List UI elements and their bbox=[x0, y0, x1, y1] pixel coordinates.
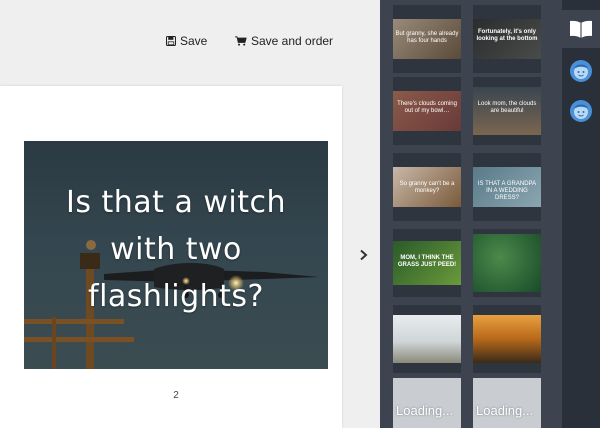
thumb-caption: So granny can't be a monkey? bbox=[399, 181, 455, 194]
thumb-image bbox=[473, 315, 541, 363]
nav-child-avatar-2-button[interactable] bbox=[562, 92, 600, 130]
save-label: Save bbox=[180, 34, 208, 48]
save-and-order-button[interactable]: Save and order bbox=[235, 33, 333, 49]
child-face-icon bbox=[570, 100, 592, 122]
cart-icon bbox=[235, 36, 247, 46]
image-gallery: But granny, she already has four hands F… bbox=[380, 0, 562, 428]
gallery-thumb[interactable] bbox=[393, 305, 461, 373]
gallery-thumb[interactable]: IS THAT A GRANDPA IN A WEDDING DRESS? bbox=[473, 153, 541, 221]
save-and-order-label: Save and order bbox=[251, 34, 334, 48]
gallery-thumb[interactable]: MOM, I THINK THE GRASS JUST PEED! bbox=[393, 229, 461, 297]
thumb-caption: Fortunately, it's only looking at the bo… bbox=[476, 29, 538, 42]
nav-book-button[interactable] bbox=[562, 10, 600, 48]
side-navigation bbox=[562, 0, 600, 428]
caption-line: flashlights? bbox=[88, 279, 264, 314]
loading-label: Loading... bbox=[396, 403, 454, 418]
gallery-thumb[interactable]: So granny can't be a monkey? bbox=[393, 153, 461, 221]
open-book-icon bbox=[570, 20, 592, 38]
save-button[interactable]: Save bbox=[166, 33, 207, 49]
gallery-thumb[interactable] bbox=[473, 305, 541, 373]
gallery-thumb[interactable]: Fortunately, it's only looking at the bo… bbox=[473, 5, 541, 73]
gallery-thumb[interactable]: But granny, she already has four hands bbox=[393, 5, 461, 73]
page-number: 2 bbox=[173, 390, 179, 401]
collapse-panel-button[interactable] bbox=[356, 247, 372, 263]
gallery-thumb[interactable] bbox=[473, 229, 541, 297]
thumb-image bbox=[393, 315, 461, 363]
nav-child-avatar-1-button[interactable] bbox=[562, 52, 600, 90]
gallery-thumb-loading[interactable]: Loading... bbox=[473, 378, 541, 428]
thumb-caption: IS THAT A GRANDPA IN A WEDDING DRESS? bbox=[477, 181, 537, 201]
book-page: Is that a witch with two flashlights? bbox=[0, 86, 342, 428]
page-image[interactable]: Is that a witch with two flashlights? bbox=[24, 141, 328, 369]
toolbar: Save Save and order bbox=[0, 0, 380, 82]
caption-line: with two bbox=[110, 232, 242, 267]
caption-line: Is that a witch bbox=[65, 185, 287, 220]
floppy-icon bbox=[166, 36, 176, 46]
loading-label: Loading... bbox=[476, 403, 534, 418]
thumb-caption: But granny, she already has four hands bbox=[395, 31, 459, 44]
thumb-caption: Look mom, the clouds are beautiful bbox=[477, 101, 537, 114]
page-caption: Is that a witch with two flashlights? bbox=[24, 179, 328, 320]
thumb-caption: MOM, I THINK THE GRASS JUST PEED! bbox=[397, 255, 457, 268]
thumb-caption: There's clouds coming out of my bowl… bbox=[397, 101, 457, 114]
chevron-right-icon bbox=[360, 249, 368, 261]
gallery-thumb[interactable]: Look mom, the clouds are beautiful bbox=[473, 77, 541, 145]
child-face-icon bbox=[570, 60, 592, 82]
editor-area: Save Save and order Is that a witch with… bbox=[0, 0, 380, 428]
thumb-image bbox=[473, 234, 541, 292]
gallery-thumb-loading[interactable]: Loading... bbox=[393, 378, 461, 428]
gallery-thumb[interactable]: There's clouds coming out of my bowl… bbox=[393, 77, 461, 145]
